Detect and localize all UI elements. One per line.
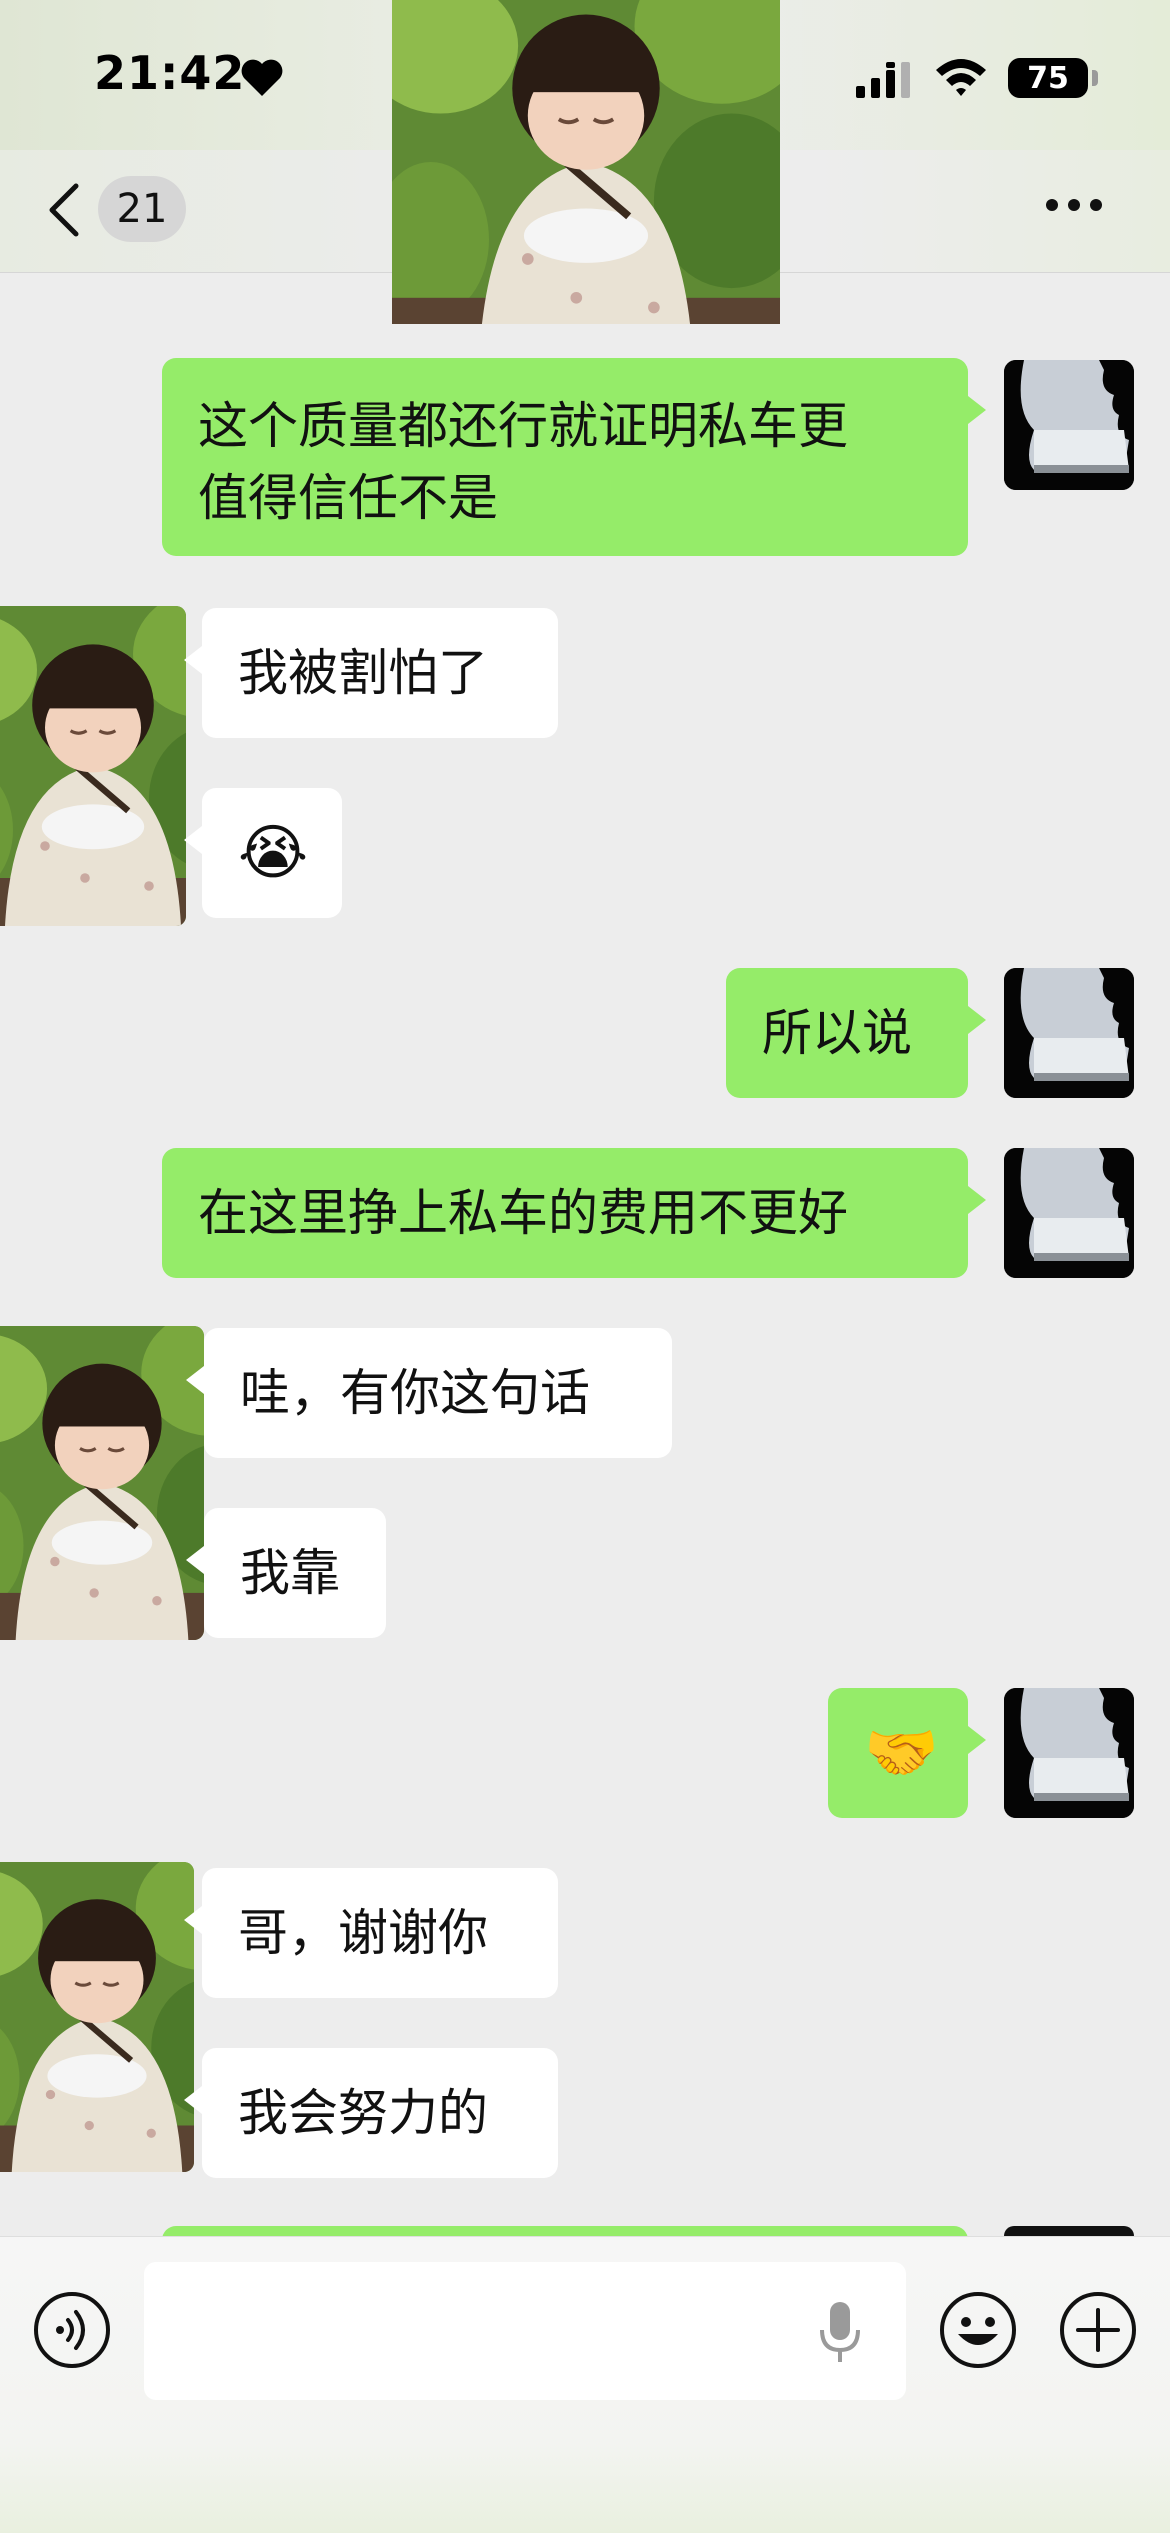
message-bubble-incoming[interactable]: 我被割怕了 — [184, 608, 558, 738]
message-bubble-outgoing[interactable]: 在这里挣上私车的费用不更好 — [162, 1148, 986, 1278]
message-text: 我被割怕了 — [238, 644, 488, 702]
heart-icon — [241, 59, 283, 96]
my-avatar[interactable] — [1004, 360, 1134, 490]
unread-count-badge[interactable]: 21 — [98, 176, 186, 242]
my-avatar[interactable] — [1004, 1148, 1134, 1278]
battery-cap — [1092, 70, 1098, 86]
message-text: 在这里挣上私车的费用不更好 — [198, 1184, 848, 1242]
contact-avatar[interactable] — [0, 1862, 194, 2172]
message-text: 我靠 — [240, 1544, 340, 1602]
message-text: 我会努力的 — [238, 2084, 488, 2142]
message-bubble-outgoing[interactable]: 🤝 — [828, 1688, 986, 1818]
voice-wave-icon[interactable] — [32, 2290, 112, 2370]
chevron-left-icon[interactable] — [44, 180, 84, 240]
message-text: 哥，谢谢你 — [238, 1904, 488, 1962]
message-bubble-incoming[interactable]: 我靠 — [186, 1508, 386, 1638]
contact-avatar[interactable] — [0, 1326, 204, 1640]
contact-avatar[interactable] — [0, 606, 186, 926]
crying-face-emoji: 😭 — [238, 818, 309, 888]
message-bubble-incoming[interactable]: 哇，有你这句话 — [186, 1328, 672, 1458]
cellular-signal-icon — [856, 62, 910, 98]
message-bubble-incoming[interactable]: 我会努力的 — [184, 2048, 558, 2178]
message-text: 值得信任不是 — [198, 469, 498, 527]
more-dots-icon[interactable] — [1046, 196, 1114, 216]
message-text: 这个质量都还行就证明私车更 — [198, 397, 848, 455]
message-bubble-incoming[interactable]: 😭 — [184, 788, 342, 918]
message-text: 所以说 — [762, 1004, 912, 1062]
handshake-emoji: 🤝 — [864, 1718, 939, 1788]
microphone-icon[interactable] — [818, 2300, 862, 2364]
my-avatar[interactable] — [1004, 968, 1134, 1098]
message-bubble-incoming[interactable]: 哥，谢谢你 — [184, 1868, 558, 1998]
message-text: 哇，有你这句话 — [240, 1364, 590, 1422]
battery-indicator: 75 — [1008, 58, 1088, 98]
header-sticker-image — [392, 0, 780, 324]
message-input[interactable] — [144, 2262, 906, 2400]
status-time: 21:42 — [94, 46, 246, 100]
message-bubble-outgoing[interactable]: 这个质量都还行就证明私车更 值得信任不是 — [162, 358, 986, 556]
wifi-icon — [936, 59, 986, 96]
smiley-icon[interactable] — [938, 2290, 1018, 2370]
plus-circle-icon[interactable] — [1058, 2290, 1138, 2370]
my-avatar[interactable] — [1004, 1688, 1134, 1818]
message-bubble-outgoing[interactable]: 所以说 — [726, 968, 986, 1098]
